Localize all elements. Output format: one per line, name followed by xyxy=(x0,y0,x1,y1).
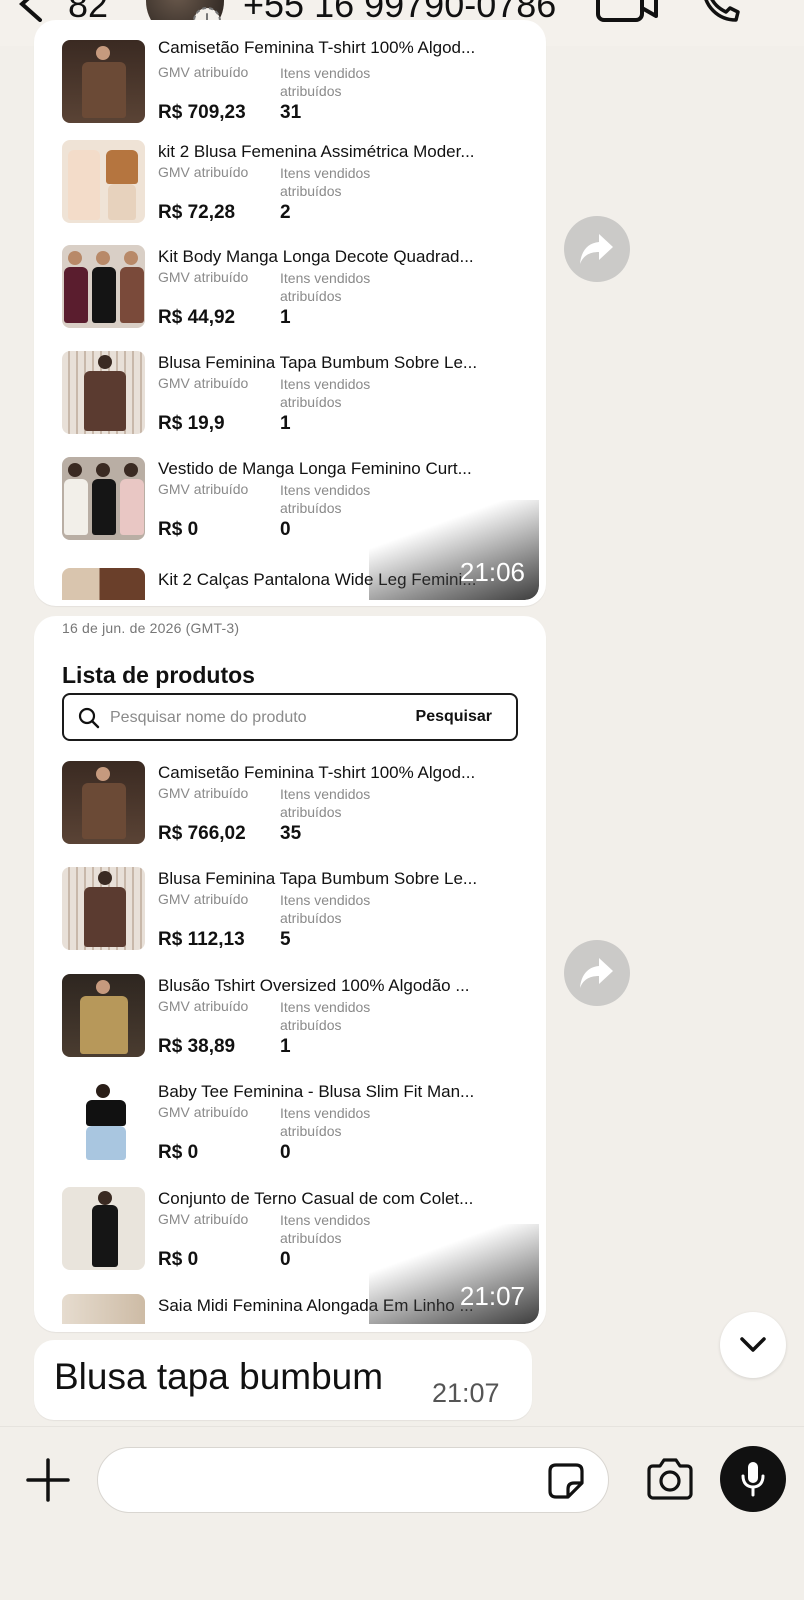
items-sold-value: 0 xyxy=(280,1142,291,1163)
items-sold-value: 1 xyxy=(280,307,291,328)
list-item[interactable]: Camisetão Feminina T-shirt 100% Algod...… xyxy=(62,761,522,861)
items-sold-label: Itens vendidos atribuídos xyxy=(280,892,371,926)
items-sold-label: Itens vendidos atribuídos xyxy=(280,786,371,820)
message-input-field[interactable] xyxy=(97,1447,609,1513)
search-placeholder: Pesquisar nome do produto xyxy=(110,709,307,726)
gmv-label: GMV atribuído xyxy=(158,891,249,907)
gmv-value: R$ 112,13 xyxy=(158,929,245,950)
message-product-list-image[interactable]: 16 de jun. de 2026 (GMT-3) Lista de prod… xyxy=(34,616,546,1332)
product-thumbnail xyxy=(62,568,145,600)
items-sold-value: 5 xyxy=(280,929,291,950)
gmv-label: GMV atribuído xyxy=(158,375,249,391)
product-thumbnail xyxy=(62,140,145,223)
gmv-value: R$ 19,9 xyxy=(158,413,225,434)
items-sold-label: Itens vendidos atribuídos xyxy=(280,376,371,410)
items-sold-value: 1 xyxy=(280,413,291,434)
forward-button[interactable] xyxy=(564,940,630,1006)
forward-button[interactable] xyxy=(564,216,630,282)
message-time: 21:07 xyxy=(459,1281,525,1311)
product-name: Baby Tee Feminina - Blusa Slim Fit Man..… xyxy=(158,1082,475,1101)
product-thumbnail xyxy=(62,40,145,123)
message-time: 21:06 xyxy=(459,557,525,587)
product-name: Camisetão Feminina T-shirt 100% Algod... xyxy=(158,763,476,782)
product-name: Blusa Feminina Tapa Bumbum Sobre Le... xyxy=(158,353,478,372)
items-sold-label: Itens vendidos atribuídos xyxy=(280,165,371,199)
product-thumbnail xyxy=(62,1080,145,1163)
items-sold-label: Itens vendidos atribuídos xyxy=(280,999,371,1033)
product-thumbnail xyxy=(62,974,145,1057)
product-name: Vestido de Manga Longa Feminino Curt... xyxy=(158,459,472,478)
list-item[interactable]: Camisetão Feminina T-shirt 100% Algod...… xyxy=(62,38,522,140)
product-name: Kit Body Manga Longa Decote Quadrad... xyxy=(158,247,474,266)
phone-icon[interactable] xyxy=(700,0,742,31)
list-item[interactable]: Blusa Feminina Tapa Bumbum Sobre Le... G… xyxy=(62,867,522,967)
message-text-bubble[interactable]: Blusa tapa bumbum 21:07 xyxy=(34,1340,532,1420)
list-title: Lista de produtos xyxy=(62,662,255,688)
product-name: kit 2 Blusa Femenina Assimétrica Moder..… xyxy=(158,142,475,161)
items-sold-value: 0 xyxy=(280,519,291,540)
gmv-value: R$ 0 xyxy=(158,1142,199,1163)
items-sold-label: Itens vendidos atribuídos xyxy=(280,65,371,99)
gmv-label: GMV atribuído xyxy=(158,998,249,1014)
video-call-icon[interactable] xyxy=(596,0,660,31)
gmv-label: GMV atribuído xyxy=(158,164,249,180)
list-item[interactable]: Kit Body Manga Longa Decote Quadrad... G… xyxy=(62,245,522,345)
gmv-value: R$ 38,89 xyxy=(158,1036,236,1057)
gmv-label: GMV atribuído xyxy=(158,64,249,80)
product-name: Blusão Tshirt Oversized 100% Algodão ... xyxy=(158,976,470,995)
composer-divider xyxy=(0,1426,804,1427)
search-icon xyxy=(78,707,100,734)
product-thumbnail xyxy=(62,245,145,328)
product-thumbnail xyxy=(62,351,145,434)
product-thumbnail xyxy=(62,1187,145,1270)
gmv-value: R$ 0 xyxy=(158,519,199,540)
items-sold-value: 0 xyxy=(280,1249,291,1270)
gmv-value: R$ 766,02 xyxy=(158,823,246,844)
scroll-to-bottom-button[interactable] xyxy=(720,1312,786,1378)
items-sold-label: Itens vendidos atribuídos xyxy=(280,1105,371,1139)
forward-icon xyxy=(580,958,613,988)
list-item[interactable]: Blusão Tshirt Oversized 100% Algodão ...… xyxy=(62,974,522,1074)
sticker-icon[interactable] xyxy=(546,1461,586,1506)
product-name: Camisetão Feminina T-shirt 100% Algod... xyxy=(158,38,476,57)
gmv-value: R$ 44,92 xyxy=(158,307,236,328)
gmv-value: R$ 72,28 xyxy=(158,202,236,223)
product-name: Blusa Feminina Tapa Bumbum Sobre Le... xyxy=(158,869,478,888)
message-time: 21:07 xyxy=(432,1378,500,1408)
search-button: Pesquisar xyxy=(415,708,492,725)
product-thumbnail xyxy=(62,457,145,540)
list-item[interactable]: Blusa Feminina Tapa Bumbum Sobre Le... G… xyxy=(62,351,522,451)
gmv-label: GMV atribuído xyxy=(158,1211,249,1227)
gmv-label: GMV atribuído xyxy=(158,1104,249,1120)
product-search-box: Pesquisar nome do produto Pesquisar xyxy=(62,693,518,741)
list-item[interactable]: Baby Tee Feminina - Blusa Slim Fit Man..… xyxy=(62,1080,522,1180)
message-product-list-image[interactable]: Camisetão Feminina T-shirt 100% Algod...… xyxy=(34,20,546,606)
product-thumbnail xyxy=(62,1294,145,1324)
message-input[interactable] xyxy=(120,1462,520,1500)
product-name: Conjunto de Terno Casual de com Colet... xyxy=(158,1189,474,1208)
gmv-label: GMV atribuído xyxy=(158,269,249,285)
items-sold-value: 2 xyxy=(280,202,291,223)
microphone-icon xyxy=(741,1462,765,1497)
product-thumbnail xyxy=(62,761,145,844)
card-date: 16 de jun. de 2026 (GMT-3) xyxy=(62,620,240,636)
camera-icon[interactable] xyxy=(645,1458,695,1505)
list-item[interactable]: kit 2 Blusa Femenina Assimétrica Moder..… xyxy=(62,140,522,240)
microphone-button[interactable] xyxy=(720,1446,786,1512)
message-text: Blusa tapa bumbum xyxy=(54,1356,384,1397)
product-thumbnail xyxy=(62,867,145,950)
chevron-down-icon xyxy=(740,1337,766,1352)
items-sold-value: 35 xyxy=(280,823,302,844)
forward-icon xyxy=(580,234,613,264)
items-sold-value: 31 xyxy=(280,102,302,123)
items-sold-label: Itens vendidos atribuídos xyxy=(280,270,371,304)
plus-icon[interactable] xyxy=(26,1458,70,1507)
gmv-label: GMV atribuído xyxy=(158,785,249,801)
gmv-value: R$ 0 xyxy=(158,1249,199,1270)
items-sold-value: 1 xyxy=(280,1036,291,1057)
gmv-value: R$ 709,23 xyxy=(158,102,246,123)
gmv-label: GMV atribuído xyxy=(158,481,249,497)
